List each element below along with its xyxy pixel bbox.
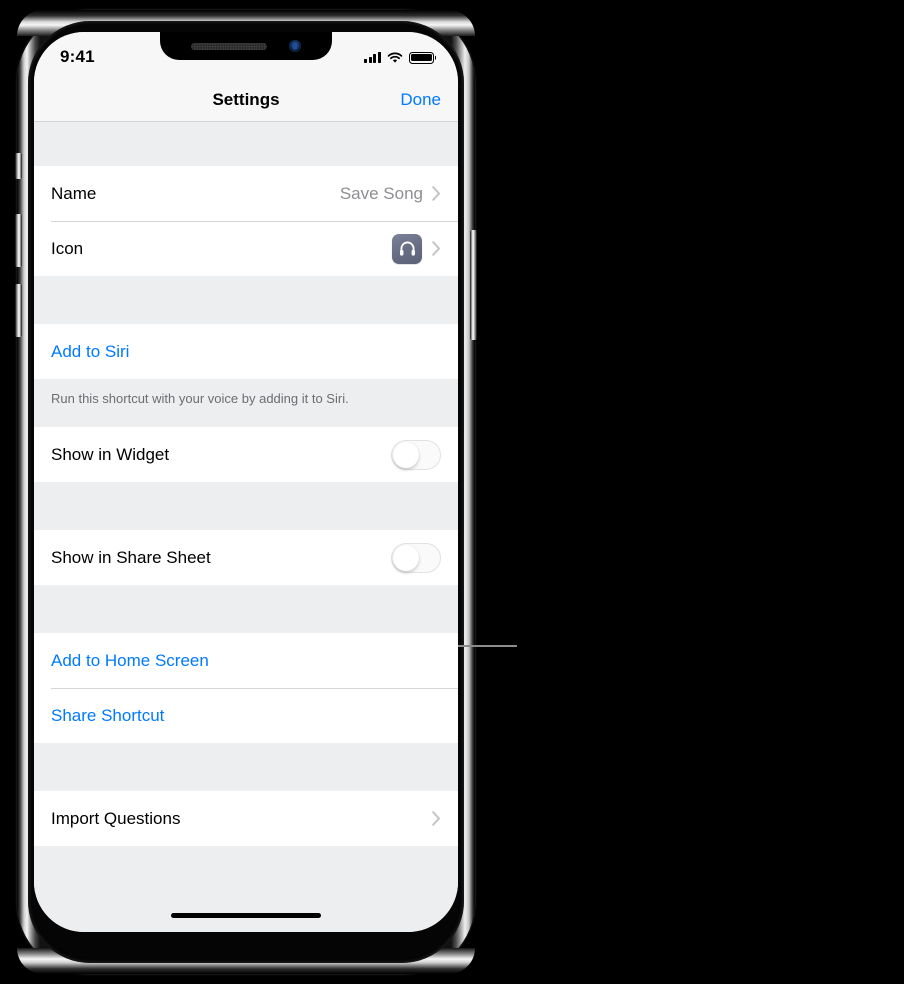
siri-footer-note: Run this shortcut with your voice by add… bbox=[34, 379, 458, 427]
show-in-widget-toggle[interactable] bbox=[391, 439, 441, 470]
section-details: Name Save Song Icon bbox=[34, 166, 458, 276]
footer-text: Run this shortcut with your voice by add… bbox=[51, 391, 349, 406]
list-top-spacer bbox=[34, 122, 458, 166]
ringer-switch[interactable] bbox=[15, 153, 22, 179]
row-value: Save Song bbox=[339, 183, 423, 203]
wifi-icon bbox=[387, 52, 403, 64]
row-label: Import Questions bbox=[51, 808, 181, 828]
spacer bbox=[34, 585, 458, 633]
row-label: Share Shortcut bbox=[51, 705, 165, 725]
section-siri: Add to Siri bbox=[34, 324, 458, 379]
row-label: Add to Siri bbox=[51, 341, 130, 361]
iphone-device: 9:41 Settings Done Name Save Song Icon A… bbox=[15, 10, 477, 974]
section-share-sheet: Show in Share Sheet bbox=[34, 530, 458, 585]
chevron-right-icon bbox=[432, 811, 441, 826]
row-label: Name bbox=[51, 183, 97, 203]
callout-leader-line bbox=[458, 645, 517, 647]
show-in-share-sheet-toggle[interactable] bbox=[391, 542, 441, 573]
power-button[interactable] bbox=[470, 230, 477, 340]
spacer bbox=[34, 482, 458, 530]
status-indicators bbox=[364, 51, 434, 64]
row-add-to-siri[interactable]: Add to Siri bbox=[34, 324, 458, 379]
page-title: Settings bbox=[212, 89, 280, 109]
screenshot-stage: 9:41 Settings Done Name Save Song Icon A… bbox=[0, 0, 904, 984]
row-share-shortcut[interactable]: Share Shortcut bbox=[34, 688, 458, 743]
done-button[interactable]: Done bbox=[400, 90, 441, 110]
volume-down-button[interactable] bbox=[15, 284, 22, 337]
nav-bar: Settings Done bbox=[34, 78, 458, 122]
row-label: Show in Share Sheet bbox=[51, 547, 211, 567]
headphones-icon bbox=[392, 233, 422, 264]
row-label: Show in Widget bbox=[51, 444, 170, 464]
row-show-in-share-sheet[interactable]: Show in Share Sheet bbox=[34, 530, 458, 585]
speaker-grille-icon bbox=[191, 42, 267, 50]
phone-screen: 9:41 Settings Done Name Save Song Icon A… bbox=[34, 32, 458, 932]
row-icon[interactable]: Icon bbox=[34, 221, 458, 276]
chevron-right-icon bbox=[432, 241, 441, 256]
row-name[interactable]: Name Save Song bbox=[34, 166, 458, 221]
status-time: 9:41 bbox=[60, 47, 95, 66]
notch bbox=[160, 32, 332, 60]
spacer bbox=[34, 276, 458, 324]
volume-up-button[interactable] bbox=[15, 214, 22, 267]
spacer bbox=[34, 743, 458, 791]
front-camera-icon bbox=[289, 40, 301, 52]
row-label: Add to Home Screen bbox=[51, 650, 209, 670]
row-add-to-home-screen[interactable]: Add to Home Screen bbox=[34, 633, 458, 688]
section-actions: Add to Home Screen Share Shortcut bbox=[34, 633, 458, 743]
cellular-bars-icon bbox=[364, 52, 381, 63]
row-show-in-widget[interactable]: Show in Widget bbox=[34, 427, 458, 482]
section-import: Import Questions bbox=[34, 791, 458, 846]
row-label: Icon bbox=[51, 238, 84, 258]
chevron-right-icon bbox=[432, 186, 441, 201]
row-import-questions[interactable]: Import Questions bbox=[34, 791, 458, 846]
section-widget: Show in Widget bbox=[34, 427, 458, 482]
battery-full-icon bbox=[409, 51, 434, 64]
settings-list: Name Save Song Icon Add to Siri Run this… bbox=[34, 122, 458, 932]
home-indicator[interactable] bbox=[171, 913, 321, 918]
